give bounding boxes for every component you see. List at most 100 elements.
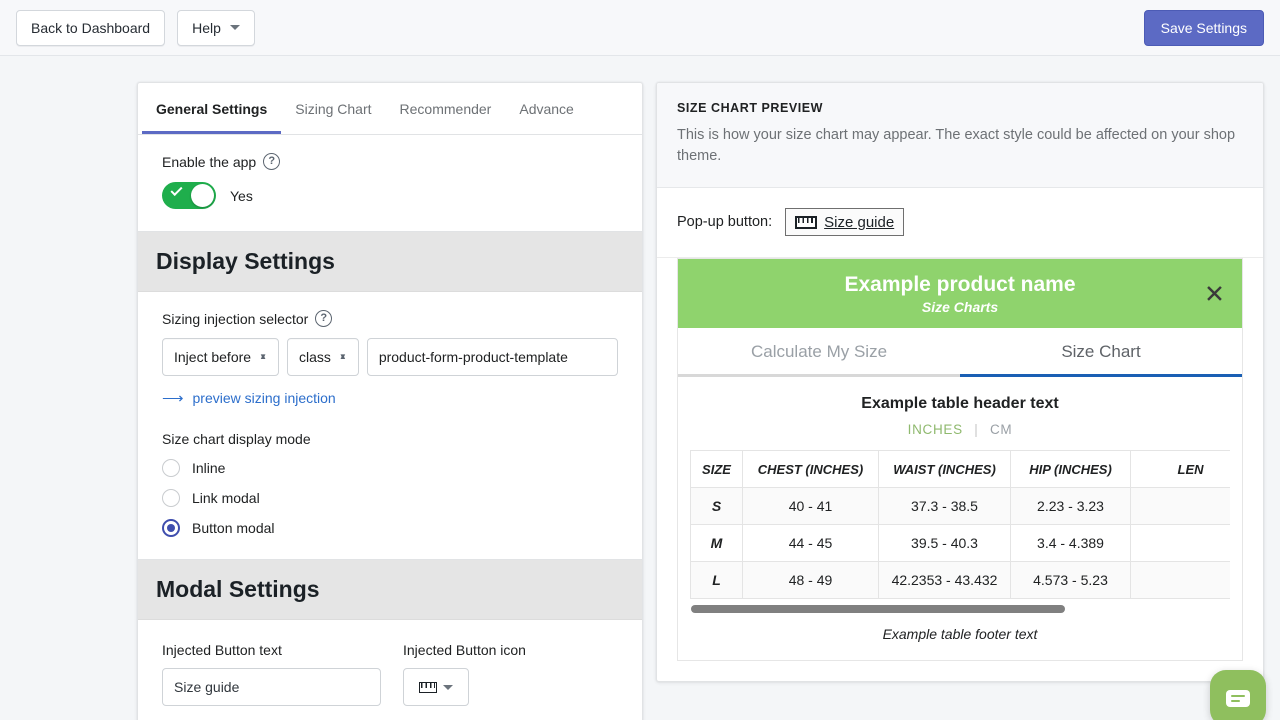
modal-settings-section: Injected Button text Size guide Injected… bbox=[138, 620, 642, 720]
cell-waist: 42.2353 - 43.432 bbox=[878, 561, 1011, 600]
cell-length bbox=[1130, 487, 1230, 526]
check-icon bbox=[170, 183, 183, 197]
radio-button-modal-label: Button modal bbox=[192, 520, 275, 536]
modal-tab-calculate-my-size-label: Calculate My Size bbox=[750, 342, 888, 362]
cell-waist: 39.5 - 40.3 bbox=[878, 524, 1011, 563]
chat-bubble-icon bbox=[1226, 689, 1250, 707]
unit-separator: | bbox=[974, 422, 979, 438]
save-settings-label: Save Settings bbox=[1160, 20, 1247, 36]
display-mode-label: Size chart display mode bbox=[162, 431, 311, 447]
size-guide-popup-button[interactable]: Size guide bbox=[785, 208, 905, 237]
help-button[interactable]: Help bbox=[177, 9, 255, 46]
ruler-icon bbox=[795, 215, 818, 229]
injection-selector-input[interactable]: product-form-product-template bbox=[366, 338, 618, 376]
page-body: General Settings Sizing Chart Recommende… bbox=[0, 56, 1280, 720]
unit-inches[interactable]: INCHES bbox=[908, 422, 963, 437]
injected-button-icon-label: Injected Button icon bbox=[403, 642, 526, 658]
tab-general-settings-label: General Settings bbox=[156, 101, 268, 117]
cell-size: M bbox=[690, 524, 743, 563]
display-settings-section: Sizing injection selector ? Inject befor… bbox=[138, 292, 642, 559]
tab-recommender[interactable]: Recommender bbox=[386, 83, 506, 134]
cell-chest: 40 - 41 bbox=[742, 487, 879, 526]
preview-sizing-injection-label: preview sizing injection bbox=[192, 390, 336, 406]
top-toolbar: Back to Dashboard Help Save Settings bbox=[0, 0, 1280, 56]
table-row: L 48 - 49 42.2353 - 43.432 4.573 - 5.23 bbox=[690, 561, 1230, 600]
settings-card: General Settings Sizing Chart Recommende… bbox=[137, 82, 643, 720]
radio-inline[interactable]: Inline bbox=[162, 459, 618, 477]
cell-waist: 37.3 - 38.5 bbox=[878, 487, 1011, 526]
enable-app-label: Enable the app bbox=[162, 153, 257, 170]
injection-selector-label: Sizing injection selector bbox=[162, 310, 309, 327]
help-circle-icon[interactable]: ? bbox=[263, 153, 281, 170]
column-header-length: LEN bbox=[1130, 450, 1230, 489]
injection-selector-value: product-form-product-template bbox=[378, 349, 568, 365]
injection-selector-label-row: Sizing injection selector ? bbox=[162, 310, 618, 327]
column-header-waist: WAIST (INCHES) bbox=[878, 450, 1011, 489]
help-label: Help bbox=[192, 19, 221, 36]
back-to-dashboard-button[interactable]: Back to Dashboard bbox=[16, 9, 166, 46]
injection-position-select[interactable]: Inject before ▲ ▼ bbox=[162, 338, 279, 376]
table-horizontal-scrollbar[interactable] bbox=[691, 605, 1229, 614]
cell-size: L bbox=[690, 561, 743, 600]
cell-length bbox=[1130, 524, 1230, 563]
chevron-down-icon bbox=[443, 684, 453, 690]
modal-tab-size-chart-label: Size Chart bbox=[1061, 342, 1141, 362]
injected-button-text-label: Injected Button text bbox=[162, 642, 282, 658]
table-row: M 44 - 45 39.5 - 40.3 3.4 - 4.389 bbox=[690, 524, 1230, 563]
arrow-right-icon: ⟶ bbox=[162, 390, 184, 407]
chevron-down-icon bbox=[229, 25, 240, 30]
enable-app-toggle[interactable] bbox=[162, 182, 216, 209]
injection-attribute-select[interactable]: class ▲ ▼ bbox=[286, 338, 359, 376]
back-to-dashboard-label: Back to Dashboard bbox=[31, 19, 151, 36]
modal-settings-heading: Modal Settings bbox=[138, 559, 642, 620]
chat-widget-button[interactable] bbox=[1210, 670, 1266, 720]
injected-button-icon-field: Injected Button icon bbox=[403, 642, 526, 706]
unit-switcher: INCHES | CM bbox=[678, 422, 1242, 437]
injection-selector-inputs: Inject before ▲ ▼ class ▲ ▼ product-form-p… bbox=[162, 338, 618, 376]
table-footer-text: Example table footer text bbox=[882, 626, 1038, 643]
radio-icon bbox=[162, 489, 180, 507]
modal-tab-size-chart[interactable]: Size Chart bbox=[960, 328, 1242, 378]
modal-tabs: Calculate My Size Size Chart bbox=[678, 328, 1242, 378]
toggle-knob bbox=[191, 184, 214, 207]
modal-header: Example product name Size Charts ✕ bbox=[678, 259, 1242, 329]
radio-button-modal[interactable]: Button modal bbox=[162, 519, 618, 537]
save-settings-button[interactable]: Save Settings bbox=[1143, 10, 1264, 46]
cell-length bbox=[1130, 561, 1230, 600]
popup-button-row: Pop-up button: Size guide bbox=[657, 188, 1263, 259]
tab-sizing-chart[interactable]: Sizing Chart bbox=[281, 83, 385, 134]
ruler-icon bbox=[419, 681, 437, 693]
modal-settings-fields: Injected Button text Size guide Injected… bbox=[162, 642, 618, 706]
tab-advance-label: Advance bbox=[519, 101, 574, 117]
radio-link-modal[interactable]: Link modal bbox=[162, 489, 618, 507]
injected-button-icon-select[interactable] bbox=[403, 668, 469, 706]
table-header-row: SIZE CHEST (INCHES) WAIST (INCHES) HIP (… bbox=[690, 450, 1230, 489]
preview-sizing-injection-link[interactable]: ⟶ preview sizing injection bbox=[162, 389, 618, 407]
preview-column: SIZE CHART PREVIEW This is how your size… bbox=[656, 82, 1264, 720]
injected-button-text-input[interactable]: Size guide bbox=[162, 668, 381, 706]
help-circle-icon[interactable]: ? bbox=[315, 310, 333, 327]
preview-description: This is how your size chart may appear. … bbox=[677, 127, 1236, 165]
modal-tab-calculate-my-size[interactable]: Calculate My Size bbox=[678, 328, 960, 378]
enable-app-label-row: Enable the app ? bbox=[162, 153, 618, 170]
radio-link-modal-label: Link modal bbox=[192, 490, 260, 506]
cell-hip: 4.573 - 5.23 bbox=[1010, 561, 1131, 600]
scrollbar-thumb[interactable] bbox=[691, 605, 1065, 614]
radio-icon bbox=[162, 459, 180, 477]
injected-button-text-value: Size guide bbox=[174, 679, 240, 695]
tab-advance[interactable]: Advance bbox=[505, 83, 587, 134]
unit-cm[interactable]: CM bbox=[990, 422, 1012, 437]
column-header-chest: CHEST (INCHES) bbox=[742, 450, 879, 489]
close-icon[interactable]: ✕ bbox=[1204, 281, 1225, 306]
size-chart-table: SIZE CHEST (INCHES) WAIST (INCHES) HIP (… bbox=[690, 450, 1230, 600]
tab-general-settings[interactable]: General Settings bbox=[142, 83, 282, 134]
modal-subtitle: Size Charts bbox=[921, 299, 999, 316]
radio-inline-label: Inline bbox=[192, 460, 226, 476]
table-header-text: Example table header text bbox=[861, 395, 1059, 413]
enable-app-section: Enable the app ? Yes bbox=[138, 135, 642, 231]
settings-tabs: General Settings Sizing Chart Recommende… bbox=[138, 83, 642, 135]
modal-product-name: Example product name bbox=[844, 273, 1076, 297]
column-header-size: SIZE bbox=[690, 450, 743, 489]
size-chart-table-scroll[interactable]: SIZE CHEST (INCHES) WAIST (INCHES) HIP (… bbox=[690, 450, 1230, 600]
cell-hip: 3.4 - 4.389 bbox=[1010, 524, 1131, 563]
